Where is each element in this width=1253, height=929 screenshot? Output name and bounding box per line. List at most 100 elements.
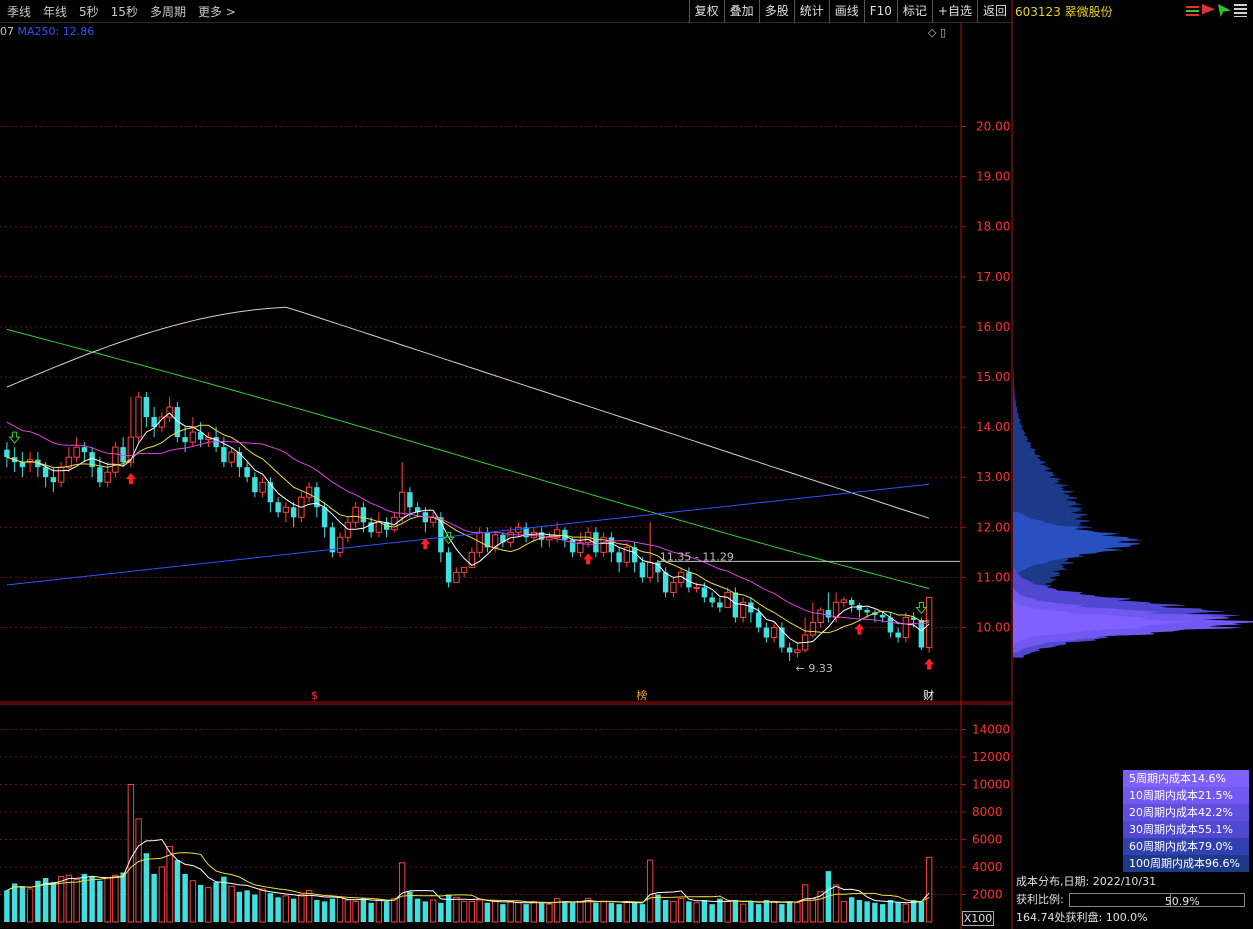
- volume-bar-up: [228, 885, 235, 923]
- candle-body-up: [817, 609, 824, 623]
- volume-bar-down: [445, 894, 452, 922]
- volume-bar-up: [925, 856, 933, 923]
- volume-bar-up: [127, 784, 135, 923]
- volume-bar-down: [593, 902, 599, 922]
- candle-body-down: [81, 447, 88, 453]
- volume-tick-label: 12000: [972, 750, 1010, 764]
- volume-bar-up: [259, 888, 266, 923]
- profit-line: 164.74处获利盘: 100.0%: [1016, 911, 1148, 924]
- sell-arrow-icon: [8, 431, 21, 444]
- volume-bar-up: [104, 877, 111, 923]
- volume-unit-label: X100: [962, 911, 994, 926]
- volume-bar-down: [197, 884, 204, 922]
- candle-body-up: [646, 561, 654, 578]
- profit-value: 50.9%: [1164, 895, 1200, 908]
- candle-body-down: [50, 477, 57, 483]
- volume-bar-down: [360, 898, 367, 922]
- volume-bar-up: [73, 878, 80, 923]
- volume-tick-label: 4000: [972, 860, 1003, 874]
- candle-body-down: [252, 477, 258, 493]
- candle-body-down: [616, 552, 622, 563]
- volume-bar-down: [887, 900, 894, 922]
- candle-body-down: [422, 512, 429, 523]
- range-annotation: 11.35 - 11.29: [660, 550, 734, 563]
- candle-body-down: [236, 452, 243, 468]
- volume-bar-up: [530, 900, 538, 923]
- profit-ratio-row: 获利比例: 50.9%: [1016, 891, 1245, 909]
- candle-body-down: [290, 507, 297, 518]
- ma60-line: [6, 328, 930, 590]
- chart-canvas[interactable]: 10.00 11.00 12.00 13.00 14.00 15.00 16.00 17.00…: [0, 0, 1253, 929]
- volume-bar-down: [616, 904, 622, 922]
- candle-body-down: [662, 572, 669, 593]
- volume-bar-up: [491, 900, 499, 923]
- candle-body-down: [864, 609, 870, 613]
- price-tick-label: 12.00: [976, 520, 1010, 534]
- volume-bar-down: [97, 880, 103, 922]
- volume-bar-down: [213, 882, 219, 922]
- candle-body-up: [515, 526, 522, 533]
- candle-body-down: [4, 449, 10, 458]
- candle-body-up: [228, 451, 235, 463]
- volume-bar-down: [879, 904, 886, 922]
- buy-arrow-icon: [854, 623, 865, 635]
- volume-bar-down: [755, 904, 762, 922]
- volume-bar-down: [120, 872, 126, 922]
- volume-bar-up: [391, 898, 398, 923]
- volume-bar-down: [631, 902, 638, 922]
- candle-body-up: [794, 649, 801, 654]
- volume-bar-down: [151, 873, 157, 922]
- volume-bar-up: [623, 900, 631, 923]
- price-tick-label: 15.00: [976, 370, 1010, 384]
- candle-body-down: [895, 632, 901, 638]
- legend-20: 20周期内成本42.2%: [1123, 804, 1249, 821]
- candle-body-down: [763, 627, 770, 638]
- volume-bar-down: [236, 891, 243, 922]
- candle-body-up: [352, 506, 359, 523]
- volume-bar-up: [112, 874, 119, 923]
- buy-arrow-icon: [583, 553, 594, 565]
- volume-bar-up: [801, 884, 809, 923]
- volume-bar-down: [523, 904, 529, 922]
- volume-bar-down: [438, 902, 444, 922]
- volume-bar-down: [848, 897, 855, 922]
- candle-body-up: [809, 621, 817, 636]
- candle-body-up: [112, 446, 119, 473]
- candle-body-down: [143, 397, 150, 418]
- volume-bar-down: [732, 900, 739, 922]
- price-tick-label: 17.00: [976, 270, 1010, 284]
- cost-period-legend: 5周期内成本14.6% 10周期内成本21.5% 20周期内成本42.2% 30…: [1123, 770, 1249, 872]
- profit-bar: 50.9%: [1068, 893, 1245, 908]
- volume-bar-down: [717, 898, 723, 922]
- volume-bar-up: [429, 899, 437, 923]
- event-marker: 财: [923, 688, 934, 702]
- volume-bar-down: [368, 902, 374, 922]
- volume-bar-down: [686, 901, 692, 922]
- volume-bar-up: [298, 894, 305, 923]
- candle-body-down: [717, 602, 723, 608]
- volume-bar-down: [290, 898, 297, 922]
- event-marker: $: [311, 689, 318, 702]
- volume-bar-up: [344, 899, 352, 923]
- volume-bar-down: [856, 900, 863, 922]
- volume-bar-up: [476, 899, 483, 923]
- volume-bar-up: [677, 898, 685, 923]
- price-tick-label: 16.00: [976, 320, 1010, 334]
- volume-bar-up: [670, 900, 677, 923]
- volume-bar-down: [4, 890, 10, 922]
- legend-10: 10周期内成本21.5%: [1123, 787, 1249, 804]
- volume-bar-up: [135, 818, 142, 923]
- cost-date: 成本分布,日期: 2022/10/31: [1016, 875, 1157, 888]
- volume-bar-up: [336, 896, 344, 923]
- volume-bar-down: [314, 900, 320, 922]
- volume-bar-up: [794, 902, 801, 923]
- volume-bar-up: [453, 896, 460, 923]
- volume-bar-up: [546, 903, 553, 923]
- candle-body-down: [879, 614, 886, 618]
- candle-body-down: [244, 467, 250, 478]
- volume-bar-down: [19, 886, 26, 922]
- candle-body-up: [57, 466, 65, 483]
- buy-arrow-icon: [125, 473, 136, 485]
- volume-bar-down: [872, 902, 878, 922]
- candle-body-down: [848, 599, 855, 605]
